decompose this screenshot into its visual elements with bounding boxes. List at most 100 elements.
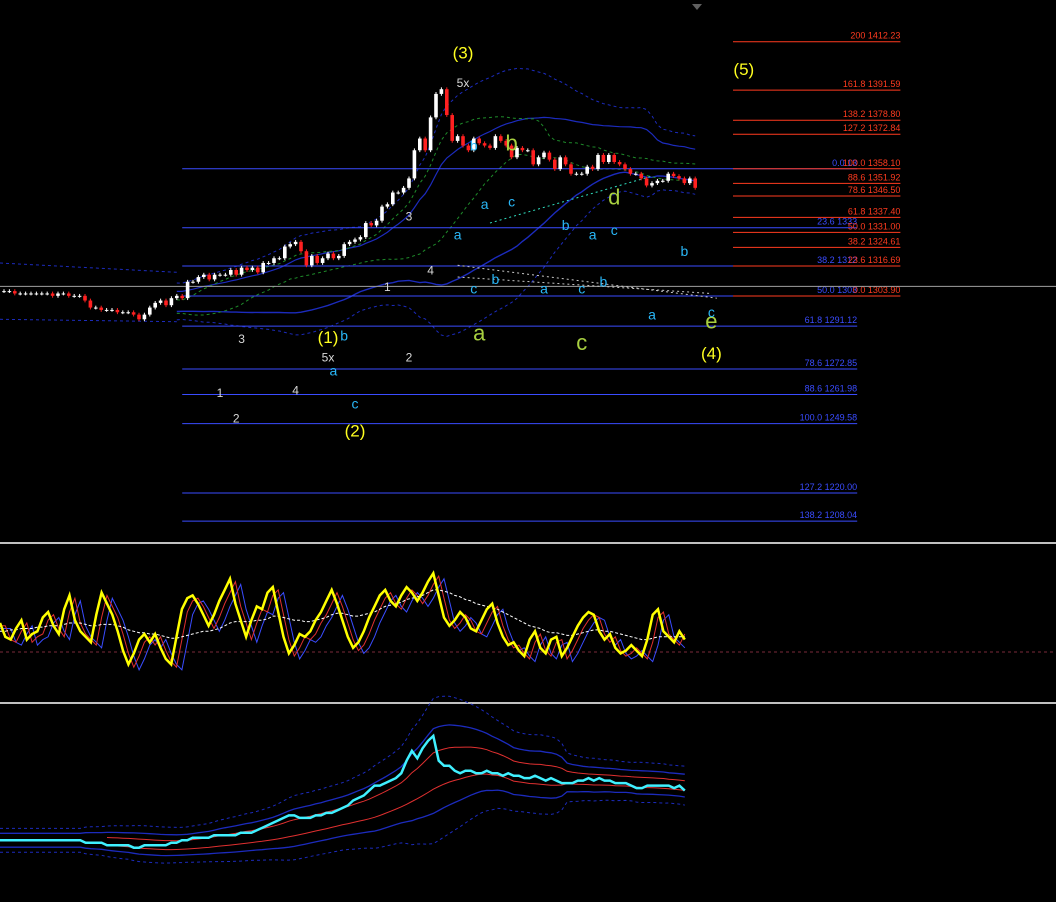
- candle-body: [596, 154, 600, 170]
- candle-body: [563, 157, 568, 165]
- candle-body: [531, 150, 535, 165]
- wave-label: 1: [217, 386, 224, 400]
- fib-label-blue: 61.8 1291.12: [805, 315, 858, 325]
- wave-label: a: [330, 363, 338, 379]
- candle-body: [223, 274, 228, 276]
- wave-label: b: [505, 130, 517, 155]
- candle-body: [374, 220, 379, 226]
- candle-body: [542, 152, 546, 158]
- candle-body: [272, 258, 276, 263]
- candle-body: [153, 302, 157, 308]
- fib-label-red: 78.6 1346.50: [848, 185, 901, 195]
- candle-body: [461, 136, 465, 146]
- candle-body: [185, 281, 190, 299]
- candle-body: [423, 138, 427, 151]
- candle-body: [493, 136, 498, 148]
- wave-label: b: [340, 327, 348, 343]
- candle-body: [499, 136, 503, 141]
- candle-body: [569, 164, 573, 174]
- wave-label: d: [608, 184, 620, 209]
- candle-body: [661, 180, 665, 182]
- candle-body: [439, 89, 444, 94]
- candle-body: [148, 307, 152, 315]
- candle-body: [526, 150, 530, 152]
- candle-body: [644, 178, 649, 186]
- wave-label: c: [508, 194, 515, 210]
- fib-label-blue: 138.2 1208.04: [800, 510, 858, 520]
- candle-body: [83, 295, 87, 301]
- wave-label: 5x: [457, 76, 470, 90]
- candle-body: [326, 253, 330, 259]
- candle-body: [607, 154, 611, 162]
- candle-body: [412, 150, 417, 179]
- wave-label: 2: [406, 351, 413, 365]
- candle-body: [418, 138, 422, 151]
- candle-body: [256, 267, 260, 273]
- fib-label-red: 127.2 1372.84: [843, 123, 901, 133]
- candle-body: [110, 309, 114, 311]
- candle-body: [396, 192, 400, 194]
- candle-body: [239, 267, 244, 275]
- candle-body: [261, 262, 265, 273]
- candle-body: [23, 293, 28, 295]
- candle-body: [218, 274, 222, 276]
- fib-label-blue: 100.0 1249.58: [800, 413, 858, 423]
- candle-body: [347, 241, 352, 245]
- candle-body: [142, 314, 147, 320]
- candle-body: [18, 293, 22, 295]
- candle-body: [331, 253, 336, 259]
- candle-body: [175, 295, 179, 299]
- candle-body: [310, 255, 314, 266]
- candle-body: [407, 178, 411, 188]
- candle-body: [623, 164, 627, 170]
- candle-body: [29, 293, 33, 295]
- candle-body: [7, 291, 12, 293]
- candle-body: [99, 307, 103, 310]
- candle-body: [688, 178, 692, 184]
- wave-label: b: [600, 273, 608, 289]
- wave-label: (3): [453, 44, 474, 63]
- candle-body: [88, 300, 93, 308]
- candle-body: [164, 300, 168, 306]
- wave-label: a: [481, 196, 489, 212]
- candle-body: [450, 115, 454, 141]
- wave-label: (5): [733, 60, 754, 79]
- fib-label-blue: 127.2 1220.00: [800, 482, 858, 492]
- fib-label-blue: 78.6 1272.85: [805, 358, 858, 368]
- wave-label: b: [470, 137, 478, 153]
- candle-body: [229, 270, 233, 275]
- candle-body: [369, 223, 373, 226]
- wave-label: 3: [406, 210, 413, 224]
- candle-body: [693, 178, 697, 188]
- candle-body: [666, 173, 670, 181]
- candle-body: [234, 270, 238, 275]
- wave-label: c: [578, 280, 585, 296]
- candle-body: [115, 309, 120, 313]
- wave-label: b: [492, 271, 500, 287]
- candle-body: [191, 281, 195, 283]
- wave-label: (2): [345, 422, 366, 441]
- candle-body: [293, 241, 298, 245]
- candle-body: [50, 293, 55, 296]
- fib-label-red: 200 1412.23: [850, 31, 900, 41]
- candle-body: [61, 293, 66, 295]
- candle-body: [72, 295, 76, 297]
- candle-body: [385, 204, 390, 207]
- candle-body: [196, 277, 201, 282]
- wave-label: c: [352, 396, 359, 412]
- candle-body: [364, 223, 368, 238]
- candle-body: [315, 255, 319, 263]
- candle-body: [94, 307, 98, 309]
- candle-body: [266, 262, 271, 264]
- candle-body: [488, 145, 492, 148]
- wave-label: b: [562, 217, 570, 233]
- candle-body: [353, 239, 357, 242]
- candle-body: [558, 157, 562, 170]
- wave-label: 1: [384, 280, 391, 294]
- wave-label: 3: [238, 332, 245, 346]
- candle-body: [131, 312, 136, 315]
- candle-body: [482, 143, 487, 146]
- candle-body: [358, 237, 363, 240]
- candle-body: [13, 291, 17, 294]
- candle-body: [590, 166, 595, 170]
